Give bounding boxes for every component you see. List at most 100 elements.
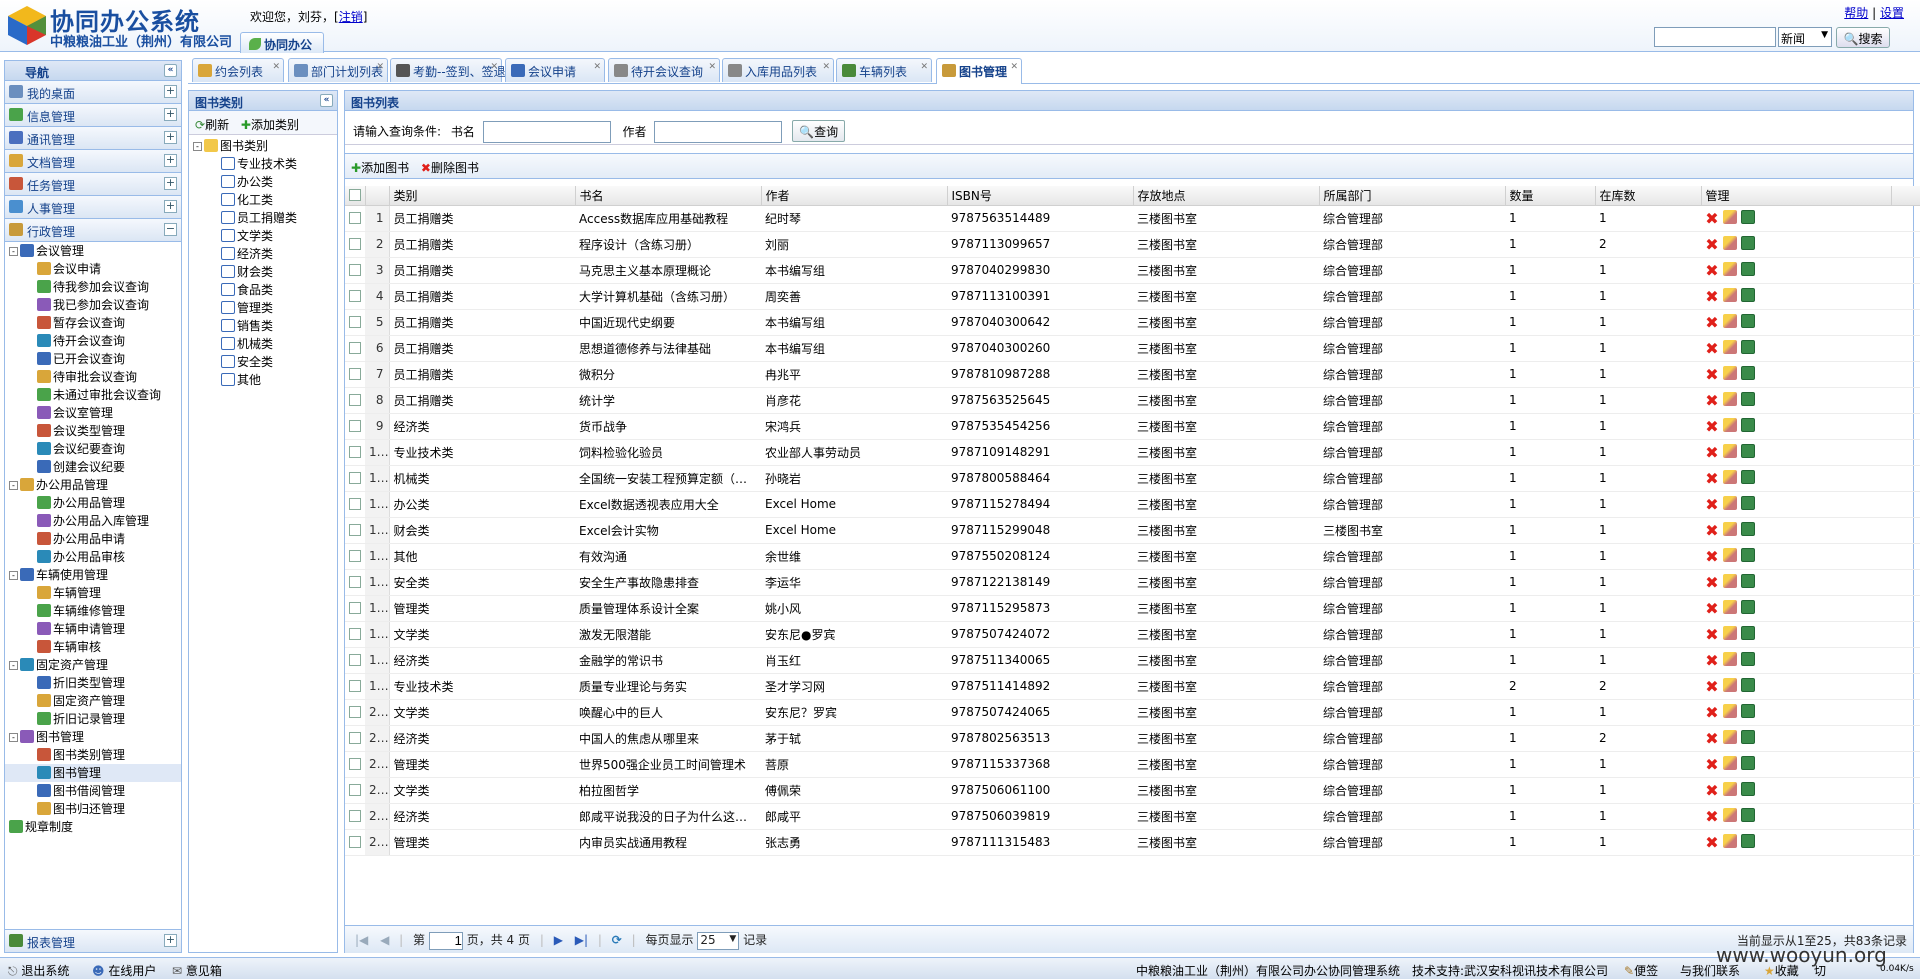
table-row[interactable]: 8 员工捐赠类 统计学 肖彦花 9787563525645 三楼图书室 综合管理部 1 1 ✖ <box>345 387 1920 414</box>
edit-icon[interactable] <box>1723 366 1737 380</box>
first-page-icon[interactable]: |◀ <box>355 933 368 947</box>
edit-icon[interactable] <box>1723 704 1737 718</box>
table-row[interactable]: 9 经济类 货币战争 宋鸿兵 9787535454256 三楼图书室 综合管理部 1 1 ✖ <box>345 413 1920 440</box>
edit-icon[interactable] <box>1723 288 1737 302</box>
edit-icon[interactable] <box>1723 652 1737 666</box>
add-book-button[interactable]: ✚添加图书 <box>351 161 409 175</box>
column-header[interactable]: ISBN号 <box>947 186 1134 206</box>
search-button[interactable]: 🔍搜索 <box>1836 27 1890 48</box>
delete-icon[interactable]: ✖ <box>1705 523 1719 539</box>
close-icon[interactable]: ✕ <box>920 62 928 72</box>
table-row[interactable]: 7 员工捐赠类 微积分 冉兆平 9787810987288 三楼图书室 综合管理部 1 1 ✖ <box>345 361 1920 388</box>
delete-icon[interactable]: ✖ <box>1705 601 1719 617</box>
tab[interactable]: 入库用品列表 ✕ <box>722 58 834 82</box>
delete-icon[interactable]: ✖ <box>1705 393 1719 409</box>
expand-icon[interactable]: + <box>164 934 177 947</box>
detail-icon[interactable] <box>1741 782 1755 796</box>
close-icon[interactable]: ✕ <box>822 62 830 72</box>
table-row[interactable]: 13 财会类 Excel会计实物 Excel Home 9787115299048 三楼图… <box>345 517 1920 544</box>
edit-icon[interactable] <box>1723 730 1737 744</box>
table-row[interactable]: 2 员工捐赠类 程序设计（含练习册） 刘丽 9787113099657 三楼图书室 综合管理… <box>345 231 1920 258</box>
category-item[interactable]: 财会类 <box>193 263 337 281</box>
table-row[interactable]: 21 经济类 中国人的焦虑从哪里来 茅于轼 9787802563513 三楼图书室 综合管理… <box>345 725 1920 752</box>
column-header[interactable]: 在库数 <box>1595 186 1702 206</box>
nav-tree-item[interactable]: 图书借阅管理 <box>5 782 181 800</box>
row-checkbox[interactable] <box>349 498 361 510</box>
tab[interactable]: 待开会议查询 ✕ <box>608 58 720 82</box>
delete-icon[interactable]: ✖ <box>1705 731 1719 747</box>
nav-tree-item[interactable]: 车辆维修管理 <box>5 602 181 620</box>
nav-tree-item[interactable]: 会议申请 <box>5 260 181 278</box>
expand-icon[interactable]: + <box>164 154 177 167</box>
close-icon[interactable]: ✕ <box>1010 62 1018 72</box>
edit-icon[interactable] <box>1723 210 1737 224</box>
tree-toggle-icon[interactable]: - <box>9 661 18 670</box>
row-checkbox[interactable] <box>349 550 361 562</box>
row-checkbox[interactable] <box>349 420 361 432</box>
category-item[interactable]: 化工类 <box>193 191 337 209</box>
per-page-select[interactable]: 25 ▼ <box>697 931 740 950</box>
detail-icon[interactable] <box>1741 652 1755 666</box>
delete-icon[interactable]: ✖ <box>1705 575 1719 591</box>
delete-icon[interactable]: ✖ <box>1705 419 1719 435</box>
tree-toggle-icon[interactable]: - <box>9 481 18 490</box>
row-checkbox[interactable] <box>349 810 361 822</box>
delete-icon[interactable]: ✖ <box>1705 653 1719 669</box>
nav-tree-item[interactable]: - 固定资产管理 <box>5 656 181 674</box>
detail-icon[interactable] <box>1741 678 1755 692</box>
detail-icon[interactable] <box>1741 314 1755 328</box>
edit-icon[interactable] <box>1723 574 1737 588</box>
edit-icon[interactable] <box>1723 470 1737 484</box>
expand-icon[interactable]: + <box>164 131 177 144</box>
nav-tree-item[interactable]: - 办公用品管理 <box>5 476 181 494</box>
delete-icon[interactable]: ✖ <box>1705 679 1719 695</box>
close-icon[interactable]: ✕ <box>593 62 601 72</box>
edit-icon[interactable] <box>1723 340 1737 354</box>
edit-icon[interactable] <box>1723 756 1737 770</box>
edit-icon[interactable] <box>1723 314 1737 328</box>
close-icon[interactable]: ✕ <box>708 62 716 72</box>
row-checkbox[interactable] <box>349 316 361 328</box>
column-header[interactable]: 类别 <box>389 186 576 206</box>
detail-icon[interactable] <box>1741 470 1755 484</box>
table-row[interactable]: 4 员工捐赠类 大学计算机基础（含练习册） 周奕善 9787113100391 三楼图书室… <box>345 283 1920 310</box>
column-header[interactable]: 作者 <box>761 186 948 206</box>
edit-icon[interactable] <box>1723 782 1737 796</box>
nav-tree-item[interactable]: 未通过审批会议查询 <box>5 386 181 404</box>
prev-page-icon[interactable]: ◀ <box>380 933 389 947</box>
add-category-button[interactable]: ✚添加类别 <box>241 118 299 132</box>
nav-tree-item[interactable]: 我已参加会议查询 <box>5 296 181 314</box>
category-item[interactable]: 安全类 <box>193 353 337 371</box>
table-row[interactable]: 10 专业技术类 饲料检验化验员 农业部人事劳动员 9787109148291 三楼图书室… <box>345 439 1920 466</box>
delete-icon[interactable]: ✖ <box>1705 471 1719 487</box>
detail-icon[interactable] <box>1741 288 1755 302</box>
category-item[interactable]: 员工捐赠类 <box>193 209 337 227</box>
row-checkbox[interactable] <box>349 290 361 302</box>
nav-tree-item[interactable]: 图书管理 <box>5 764 181 782</box>
delete-book-button[interactable]: ✖删除图书 <box>421 161 479 175</box>
expand-icon[interactable]: + <box>164 200 177 213</box>
column-header[interactable]: 书名 <box>575 186 762 206</box>
row-checkbox[interactable] <box>349 628 361 640</box>
detail-icon[interactable] <box>1741 808 1755 822</box>
nav-tree-item[interactable]: 办公用品入库管理 <box>5 512 181 530</box>
delete-icon[interactable]: ✖ <box>1705 809 1719 825</box>
row-checkbox[interactable] <box>349 264 361 276</box>
tab[interactable]: 图书管理 ✕ <box>936 58 1022 84</box>
edit-icon[interactable] <box>1723 808 1737 822</box>
row-checkbox[interactable] <box>349 446 361 458</box>
close-icon[interactable]: ✕ <box>376 62 384 72</box>
edit-icon[interactable] <box>1723 392 1737 406</box>
row-checkbox[interactable] <box>349 602 361 614</box>
delete-icon[interactable]: ✖ <box>1705 705 1719 721</box>
nav-tree-item[interactable]: 会议纪要查询 <box>5 440 181 458</box>
column-header[interactable]: 数量 <box>1505 186 1596 206</box>
query-button[interactable]: 🔍查询 <box>792 120 846 142</box>
nav-section[interactable]: 行政管理 − <box>5 219 181 242</box>
row-checkbox[interactable] <box>349 212 361 224</box>
edit-icon[interactable] <box>1723 496 1737 510</box>
nav-tree-item[interactable]: 办公用品管理 <box>5 494 181 512</box>
nav-section[interactable]: 通讯管理 + <box>5 127 181 150</box>
book-name-input[interactable] <box>482 121 611 143</box>
table-row[interactable]: 17 文学类 激发无限潜能 安东尼●罗宾 9787507424072 三楼图书室 综合管理部… <box>345 621 1920 648</box>
